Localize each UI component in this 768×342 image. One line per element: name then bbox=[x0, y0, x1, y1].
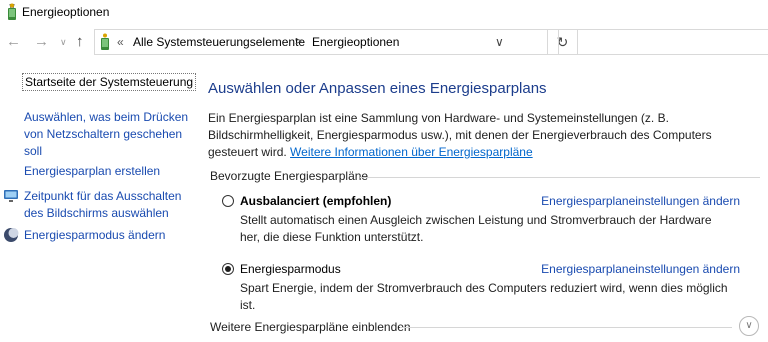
plan-description-power-saver: Spart Energie, indem der Stromverbrauch … bbox=[240, 281, 728, 312]
sidebar-item-power-buttons[interactable]: Auswählen, was beim Drücken von Netzscha… bbox=[24, 109, 189, 160]
plan-description-balanced: Stellt automatisch einen Ausgleich zwisc… bbox=[240, 213, 712, 244]
more-info-link[interactable]: Weitere Informationen über Energiesparpl… bbox=[290, 145, 533, 159]
navigation-bar: ← → ∨ ↑ « Alle Systemsteuerungselemente … bbox=[0, 28, 768, 58]
page-title: Auswählen oder Anpassen eines Energiespa… bbox=[208, 80, 547, 97]
intro-text: Ein Energiesparplan ist eine Sammlung vo… bbox=[208, 110, 748, 161]
address-overflow-chevron[interactable]: « bbox=[117, 35, 124, 49]
change-settings-link-power-saver[interactable]: Energiesparplaneinstellungen ändern bbox=[541, 262, 740, 276]
group-divider bbox=[360, 177, 760, 178]
back-arrow-icon[interactable]: ← bbox=[6, 33, 21, 51]
show-more-plans-label[interactable]: Weitere Energiesparpläne einblenden bbox=[210, 320, 411, 334]
up-arrow-icon[interactable]: ↑ bbox=[76, 33, 84, 51]
recent-locations-chevron-icon[interactable]: ∨ bbox=[60, 33, 67, 51]
sidebar-item-create-plan[interactable]: Energiesparplan erstellen bbox=[24, 163, 189, 180]
sidebar-item-display-off[interactable]: Zeitpunkt für das Ausschalten des Bildsc… bbox=[24, 188, 189, 222]
forward-arrow-icon[interactable]: → bbox=[34, 33, 49, 51]
plan-name-power-saver[interactable]: Energiesparmodus bbox=[240, 262, 341, 276]
radio-balanced[interactable] bbox=[222, 195, 234, 207]
breadcrumb-all-control-panel-items[interactable]: Alle Systemsteuerungselemente bbox=[133, 35, 305, 49]
breadcrumb-power-options[interactable]: Energieoptionen bbox=[312, 35, 399, 49]
chevron-down-circle-icon[interactable]: ∨ bbox=[739, 316, 759, 336]
radio-power-saver[interactable] bbox=[222, 263, 234, 275]
more-plans-divider bbox=[400, 327, 732, 328]
breadcrumb-separator[interactable]: > bbox=[295, 34, 302, 48]
sidebar-item-sleep-mode[interactable]: Energiesparmodus ändern bbox=[24, 227, 189, 244]
search-input[interactable] bbox=[558, 29, 768, 55]
chevron-down-icon[interactable]: ∨ bbox=[495, 35, 504, 49]
radio-selected-dot bbox=[225, 266, 231, 272]
address-bar[interactable]: « Alle Systemsteuerungselemente > Energi… bbox=[94, 29, 548, 55]
title-bar: Energieoptionen bbox=[0, 0, 768, 26]
power-options-icon bbox=[8, 3, 16, 20]
display-icon bbox=[4, 190, 18, 202]
power-options-icon bbox=[101, 33, 109, 50]
preferred-plans-label: Bevorzugte Energiesparpläne bbox=[210, 169, 369, 183]
moon-icon bbox=[4, 228, 19, 242]
window-title: Energieoptionen bbox=[22, 5, 110, 19]
change-settings-link-balanced[interactable]: Energiesparplaneinstellungen ändern bbox=[541, 194, 740, 208]
sidebar-item-control-panel-home[interactable]: Startseite der Systemsteuerung bbox=[22, 73, 197, 91]
plan-name-balanced[interactable]: Ausbalanciert (empfohlen) bbox=[240, 194, 391, 208]
